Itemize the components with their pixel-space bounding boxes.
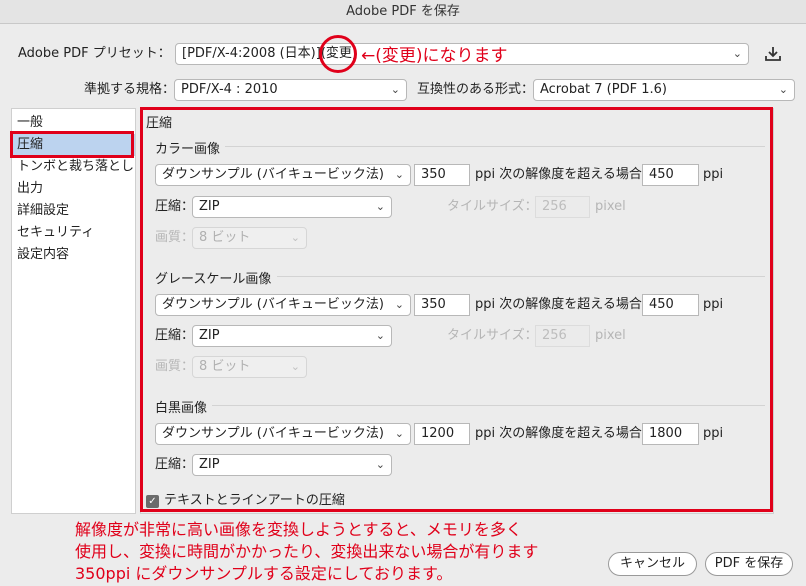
chevron-down-icon: ⌄ [394,427,404,440]
gray-quality-value: 8 ビット [199,359,251,374]
chevron-down-icon: ⌄ [394,168,404,181]
window-title: Adobe PDF を保存 [0,0,806,24]
divider [277,276,765,277]
divider [225,146,765,147]
color-downsample-select[interactable]: ダウンサンプル (バイキュービック法) ⌄ [155,164,411,186]
mono-compression-value: ZIP [199,457,220,472]
gray-compression-select[interactable]: ZIP ⌄ [192,325,392,347]
color-tile-label: タイルサイズ： [447,199,538,214]
compat-label: 互換性のある形式： [417,82,535,97]
panel-title: 圧縮 [146,116,173,131]
divider [212,405,765,406]
mono-ppi-input[interactable]: 1200 [414,423,470,445]
chevron-down-icon: ⌄ [375,200,385,213]
standard-value: PDF/X-4 : 2010 [181,82,278,97]
chevron-down-icon: ⌄ [390,83,400,96]
chevron-down-icon: ⌄ [375,458,385,471]
color-downsample-value: ダウンサンプル (バイキュービック法) [162,167,384,182]
chevron-down-icon: ⌄ [375,329,385,342]
annotation-arrow-text: ←(変更)になります [361,46,508,66]
color-tile-input: 256 [535,196,590,218]
compress-text-checkbox[interactable]: ✓ [146,495,159,508]
mono-above-unit: ppi [703,426,724,441]
mono-compression-select[interactable]: ZIP ⌄ [192,454,392,476]
chevron-down-icon: ⌄ [778,83,788,96]
color-compression-value: ZIP [199,199,220,214]
save-preset-icon[interactable] [764,45,782,63]
gray-compression-value: ZIP [199,328,220,343]
mono-above-input[interactable]: 1800 [642,423,699,445]
standard-label: 準拠する規格： [84,82,176,97]
mono-section-title: 白黒画像 [155,401,208,416]
color-section-title: カラー画像 [155,142,221,157]
gray-quality-label: 画質： [155,359,195,374]
color-tile-unit: pixel [595,199,626,214]
sidebar-item-marks-bleeds[interactable]: トンボと裁ち落とし [12,156,135,178]
color-compression-label: 圧縮： [155,199,195,214]
note-line-1: 解像度が非常に高い画像を変換しようとすると、メモリを多く [75,520,522,539]
compat-value: Acrobat 7 (PDF 1.6) [540,82,667,97]
gray-ppi-input[interactable]: 350 [414,294,470,316]
color-quality-value: 8 ビット [199,230,251,245]
gray-section-title: グレースケール画像 [155,272,272,287]
gray-ppi-text: ppi 次の解像度を超える場合 [475,297,642,312]
mono-downsample-value: ダウンサンプル (バイキュービック法) [162,426,384,441]
color-ppi-text: ppi 次の解像度を超える場合 [475,167,642,182]
color-above-input[interactable]: 450 [642,164,699,186]
compress-text-label: テキストとラインアートの圧縮 [164,493,345,508]
sidebar-item-summary[interactable]: 設定内容 [12,244,135,266]
preset-value: [PDF/X-4:2008 (日本)] [182,46,321,61]
color-quality-label: 画質： [155,230,195,245]
sidebar-item-security[interactable]: セキュリティ [12,222,135,244]
sidebar-item-advanced[interactable]: 詳細設定 [12,200,135,222]
gray-downsample-select[interactable]: ダウンサンプル (バイキュービック法) ⌄ [155,294,411,316]
chevron-down-icon: ⌄ [732,47,742,60]
sidebar-item-output[interactable]: 出力 [12,178,135,200]
chevron-down-icon: ⌄ [290,360,300,373]
preset-label: Adobe PDF プリセット： [18,46,171,61]
color-quality-select: 8 ビット ⌄ [192,227,307,249]
color-ppi-input[interactable]: 350 [414,164,470,186]
color-compression-select[interactable]: ZIP ⌄ [192,196,392,218]
gray-downsample-value: ダウンサンプル (バイキュービック法) [162,297,384,312]
gray-tile-unit: pixel [595,328,626,343]
chevron-down-icon: ⌄ [290,231,300,244]
gray-tile-input: 256 [535,325,590,347]
note-line-3: 350ppi にダウンサンプルする設定にしております。 [75,564,453,583]
compat-select[interactable]: Acrobat 7 (PDF 1.6) ⌄ [533,79,795,101]
chevron-down-icon: ⌄ [394,298,404,311]
mono-compression-label: 圧縮： [155,457,195,472]
gray-quality-select: 8 ビット ⌄ [192,356,307,378]
color-above-unit: ppi [703,167,724,182]
gray-above-unit: ppi [703,297,724,312]
cancel-button[interactable]: キャンセル [608,552,697,576]
mono-ppi-text: ppi 次の解像度を超える場合 [475,426,642,441]
gray-above-input[interactable]: 450 [642,294,699,316]
gray-tile-label: タイルサイズ： [447,328,538,343]
sidebar: 一般 圧縮 トンボと裁ち落とし 出力 詳細設定 セキュリティ 設定内容 [11,108,136,514]
highlight-circle [319,35,357,73]
mono-downsample-select[interactable]: ダウンサンプル (バイキュービック法) ⌄ [155,423,411,445]
note-line-2: 使用し、変換に時間がかかったり、変換出来ない場合が有ります [75,542,539,561]
standard-select[interactable]: PDF/X-4 : 2010 ⌄ [174,79,407,101]
save-pdf-button[interactable]: PDF を保存 [705,552,793,576]
sidebar-highlight-box [10,131,134,158]
gray-compression-label: 圧縮： [155,328,195,343]
